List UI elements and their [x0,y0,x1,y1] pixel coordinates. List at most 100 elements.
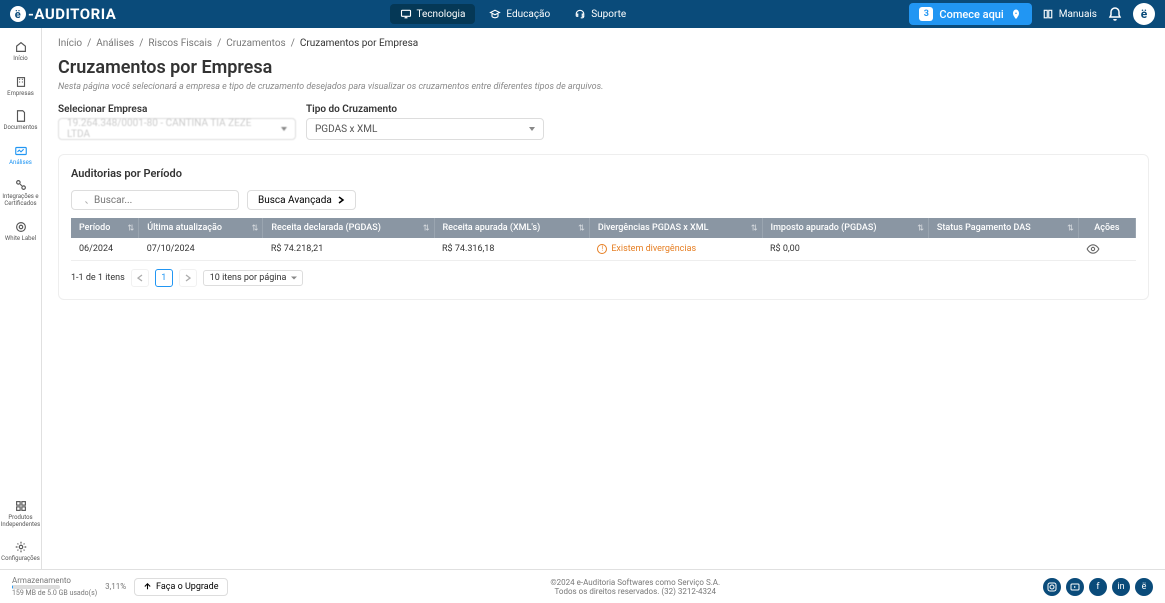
advanced-search-button[interactable]: Busca Avançada [247,190,356,210]
pagination: 1-1 de 1 itens 1 10 itens por página [71,269,1136,287]
graduation-icon [489,8,501,20]
home-icon [14,40,28,54]
nav-tecnologia[interactable]: Tecnologia [390,4,476,24]
company-select[interactable]: 19.264.348/0001-80 - CANTINA TIA ZEZE LT… [58,118,296,140]
col-ultima-atualizacao[interactable]: Última atualização⇅ [139,218,263,238]
social-youtube[interactable] [1066,578,1084,596]
headset-icon [574,8,586,20]
sidebar-item-produtos[interactable]: Produtos Independentes [0,493,41,534]
col-receita-apurada[interactable]: Receita apurada (XML's)⇅ [434,218,589,238]
page-size-select[interactable]: 10 itens por página [203,270,304,286]
sidebar-item-whitelabel[interactable]: White Label [0,214,41,249]
filters-row: Selecionar Empresa 19.264.348/0001-80 - … [58,104,1149,140]
cell-imposto-apurado: R$ 0,00 [762,238,928,261]
table-row: 06/2024 07/10/2024 R$ 74.218,21 R$ 74.31… [71,238,1136,261]
nav-suporte[interactable]: Suporte [564,4,636,24]
page-description: Nesta página você selecionará a empresa … [58,82,1149,92]
instagram-icon [1047,582,1057,592]
cell-divergencias: ! Existem divergências [589,238,762,261]
rocket-icon [1010,8,1022,20]
logo-icon: ë [10,6,26,22]
linkedin-icon: in [1117,582,1124,592]
social-facebook[interactable]: f [1089,578,1107,596]
page-title: Cruzamentos por Empresa [58,57,1149,78]
cell-status-das [928,238,1078,261]
user-avatar[interactable]: ë [1133,3,1155,25]
logo-text: -AUDITORIA [28,5,116,23]
eye-icon [1086,244,1100,254]
main-content: Início/ Análises/ Riscos Fiscais/ Cruzam… [42,28,1165,569]
page-1-button[interactable]: 1 [155,269,173,287]
manuals-link[interactable]: Manuais [1042,8,1097,20]
storage-detail: 159 MB de 5.0 GB usado(s) [12,589,97,597]
upgrade-button[interactable]: Faça o Upgrade [134,578,228,596]
brand-icon: ë [1142,582,1147,592]
cell-ultima-atualizacao: 07/10/2024 [139,238,263,261]
monitor-icon [400,8,412,20]
col-imposto-apurado[interactable]: Imposto apurado (PGDAS)⇅ [762,218,928,238]
cell-periodo: 06/2024 [71,238,139,261]
type-label: Tipo do Cruzamento [306,104,544,115]
topbar: ë -AUDITORIA Tecnologia Educação Suporte… [0,0,1165,28]
storage-pct: 3,11% [105,582,126,591]
settings-icon [14,540,28,554]
company-label: Selecionar Empresa [58,104,296,115]
document-icon [14,109,28,123]
col-periodo[interactable]: Período⇅ [71,218,139,238]
view-action-button[interactable] [1086,244,1127,254]
sidebar-item-integracoes[interactable]: Integrações e Certificados [0,172,41,213]
building-icon [14,75,28,89]
col-receita-declarada[interactable]: Receita declarada (PGDAS)⇅ [263,218,434,238]
breadcrumb-inicio[interactable]: Início [58,38,82,49]
top-right: 3 Comece aqui Manuais ë [909,3,1155,25]
audit-panel: Auditorias por Período Busca Avançada Pe… [58,154,1149,300]
integrations-icon [14,178,28,192]
start-here-button[interactable]: 3 Comece aqui [909,3,1031,25]
upgrade-icon [143,582,152,591]
products-icon [14,499,28,513]
facebook-icon: f [1096,582,1099,592]
whitelabel-icon [14,220,28,234]
col-acoes: Ações [1078,218,1135,238]
cell-receita-apurada: R$ 74.316,18 [434,238,589,261]
social-brand[interactable]: ë [1135,578,1153,596]
prev-page-button[interactable] [131,269,149,287]
nav-educacao[interactable]: Educação [479,4,560,24]
youtube-icon [1070,582,1080,592]
search-input[interactable] [71,190,239,210]
chevron-left-icon [137,274,143,282]
sidebar-item-analises[interactable]: Análises [0,138,41,173]
breadcrumb-riscos[interactable]: Riscos Fiscais [148,38,212,49]
next-page-button[interactable] [179,269,197,287]
breadcrumb-analises[interactable]: Análises [96,38,134,49]
sidebar-item-empresas[interactable]: Empresas [0,69,41,104]
storage-label: Armazenamento [12,576,97,585]
cell-acoes [1078,238,1135,261]
panel-title: Auditorias por Período [71,167,1136,180]
breadcrumb: Início/ Análises/ Riscos Fiscais/ Cruzam… [58,38,1149,49]
book-icon [1042,8,1054,20]
col-divergencias[interactable]: Divergências PGDAS x XML⇅ [589,218,762,238]
sidebar: Início Empresas Documentos Análises Inte… [0,28,42,569]
col-status-das[interactable]: Status Pagamento DAS⇅ [928,218,1078,238]
audit-table: Período⇅ Última atualização⇅ Receita dec… [71,218,1136,261]
analysis-icon [14,144,28,158]
breadcrumb-cruzamentos[interactable]: Cruzamentos [226,38,285,49]
pagination-summary: 1-1 de 1 itens [71,273,125,283]
copyright: ©2024 e-Auditoria Softwares como Serviço… [228,578,1043,587]
warning-icon: ! [597,244,607,254]
chevron-right-icon [337,196,345,204]
start-step-badge: 3 [919,7,933,21]
social-instagram[interactable] [1043,578,1061,596]
logo[interactable]: ë -AUDITORIA [10,5,116,23]
sidebar-item-documentos[interactable]: Documentos [0,103,41,138]
type-select[interactable]: PGDAS x XML [306,118,544,140]
sidebar-item-configuracoes[interactable]: Configurações [0,534,41,569]
chevron-right-icon [185,274,191,282]
breadcrumb-current: Cruzamentos por Empresa [300,38,418,49]
social-linkedin[interactable]: in [1112,578,1130,596]
sidebar-item-inicio[interactable]: Início [0,34,41,69]
rights: Todos os direitos reservados. (32) 3212-… [228,587,1043,596]
footer: Armazenamento 159 MB de 5.0 GB usado(s) … [0,569,1165,603]
bell-icon[interactable] [1107,6,1123,22]
